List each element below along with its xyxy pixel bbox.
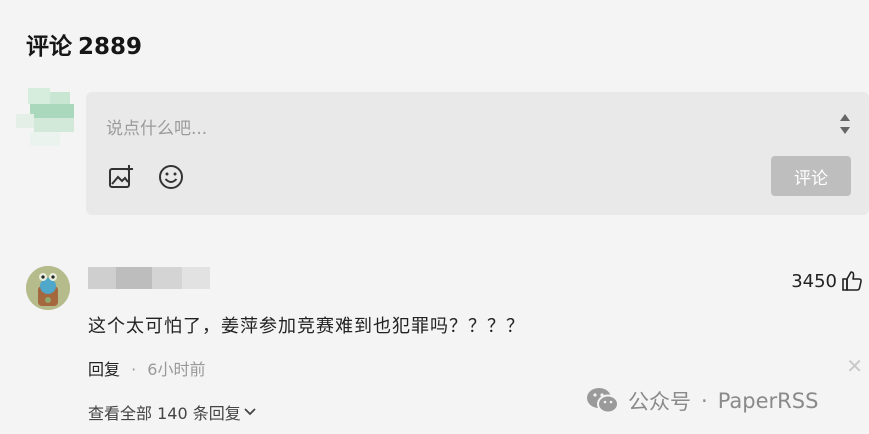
comment-composer: 说点什么吧... 评论 xyxy=(86,92,869,215)
comment-time: 6小时前 xyxy=(147,360,206,379)
comments-title: 评论 2889 xyxy=(26,27,148,61)
commenter-avatar[interactable] xyxy=(26,266,70,310)
smile-icon[interactable] xyxy=(158,164,184,190)
wechat-icon xyxy=(587,388,619,414)
reply-link[interactable]: 回复 xyxy=(88,360,120,379)
comment-meta: 回复 · 6小时前 xyxy=(88,356,205,380)
comments-count: 2889 xyxy=(78,34,143,60)
comments-title-label: 评论 xyxy=(26,34,72,60)
image-add-icon[interactable] xyxy=(108,164,134,190)
comment-input[interactable]: 说点什么吧... xyxy=(106,114,207,139)
view-all-replies-link[interactable]: 查看全部 140 条回复 xyxy=(88,400,257,424)
comment-text: 这个太可怕了，姜萍参加竞赛难到也犯罪吗？？？？ xyxy=(88,316,525,337)
thumbs-up-icon[interactable] xyxy=(841,270,863,292)
meta-separator: · xyxy=(131,360,137,379)
chevron-down-icon xyxy=(244,408,256,416)
input-resize-stepper[interactable] xyxy=(839,114,851,142)
watermark-prefix: 公众号 xyxy=(628,390,691,414)
chevron-up-icon[interactable] xyxy=(840,114,850,121)
close-icon[interactable]: ✕ xyxy=(846,354,863,378)
watermark-separator: · xyxy=(701,389,708,413)
watermark-name: PaperRSS xyxy=(717,389,819,413)
commenter-name-blurred[interactable] xyxy=(88,267,210,289)
submit-comment-button[interactable]: 评论 xyxy=(771,156,851,196)
view-all-replies-label: 查看全部 140 条回复 xyxy=(88,404,241,423)
like-count: 3450 xyxy=(791,270,837,292)
current-user-avatar xyxy=(16,88,82,150)
watermark: 公众号 · PaperRSS xyxy=(586,386,818,416)
chevron-down-icon[interactable] xyxy=(840,127,850,134)
like-counter[interactable]: 3450 xyxy=(791,270,863,292)
